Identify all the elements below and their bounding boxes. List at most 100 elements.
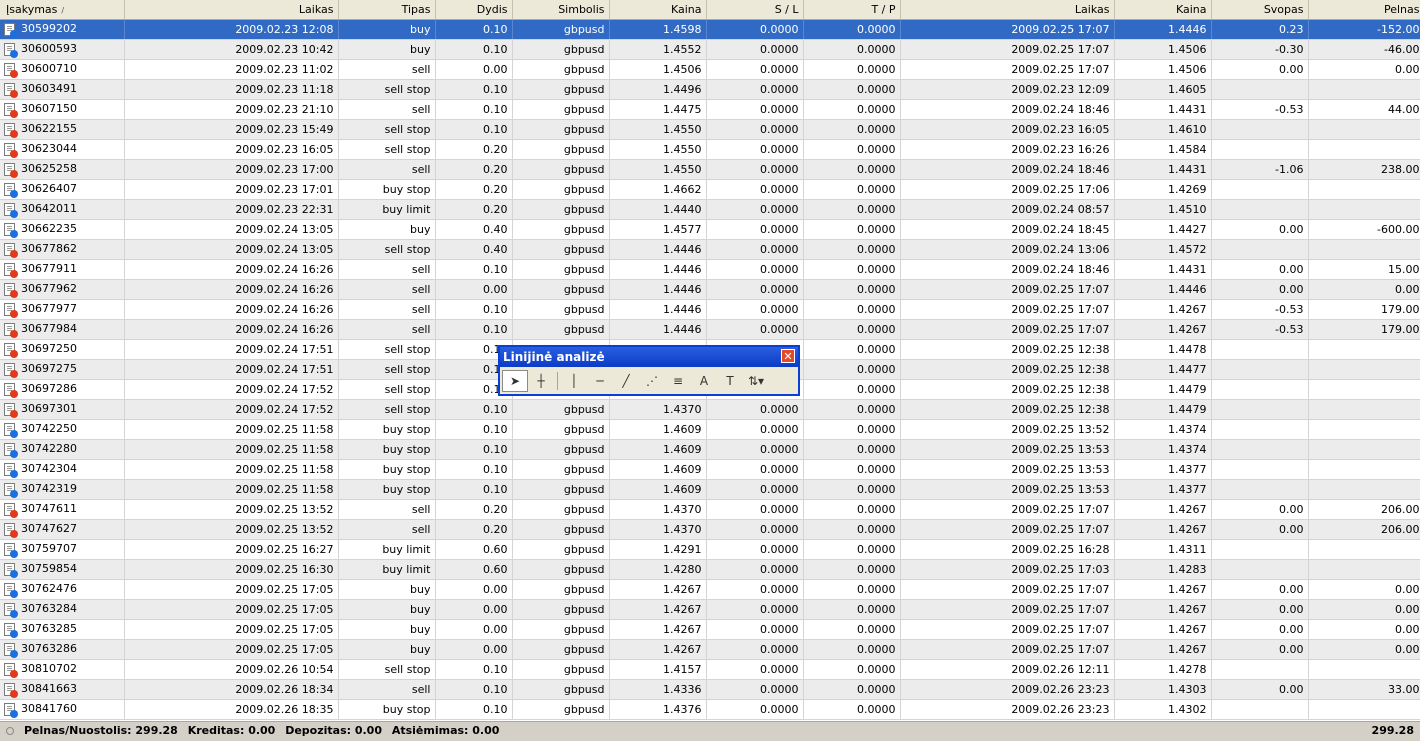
table-row[interactable]: 30642011 2009.02.23 22:31 buy limit 0.20 gbp… xyxy=(0,199,1420,220)
close-icon[interactable]: ✕ xyxy=(781,349,795,363)
table-row[interactable]: 30742280 2009.02.25 11:58 buy stop 0.10 gbpu… xyxy=(0,439,1420,460)
table-row[interactable]: 30762476 2009.02.25 17:05 buy 0.00 gbpusd 1.4… xyxy=(0,579,1420,600)
table-row[interactable]: 30623044 2009.02.23 16:05 sell stop 0.20 gbp… xyxy=(0,139,1420,160)
cell-swap xyxy=(1211,379,1309,400)
cell-take-profit: 0.0000 xyxy=(803,379,901,400)
table-row[interactable]: 30742304 2009.02.25 11:58 buy stop 0.10 gbpu… xyxy=(0,459,1420,480)
order-id-text: 30622155 xyxy=(21,122,77,136)
horizontal-line-tool-icon[interactable]: ─ xyxy=(587,370,613,392)
cell-order-type: sell stop xyxy=(338,399,436,420)
table-row[interactable]: 30841663 2009.02.26 18:34 sell 0.10 gbpusd 1.… xyxy=(0,679,1420,700)
table-row[interactable]: 30607150 2009.02.23 21:10 sell 0.10 gbpusd 1.… xyxy=(0,99,1420,120)
sell-order-icon xyxy=(4,382,18,398)
table-row[interactable]: 30810702 2009.02.26 10:54 sell stop 0.10 gbp… xyxy=(0,659,1420,680)
table-row[interactable]: 30599202 2009.02.23 12:08 buy 0.10 gbpusd 1.4… xyxy=(0,19,1420,40)
cell-close-price: 1.4374 xyxy=(1114,419,1212,440)
sell-order-icon xyxy=(4,402,18,418)
cell-symbol: gbpusd xyxy=(512,319,610,340)
cell-order-id: 30677984 xyxy=(0,319,125,340)
cursor-tool-icon[interactable]: ➤ xyxy=(502,369,528,392)
cell-close-time: 2009.02.23 16:05 xyxy=(900,119,1115,140)
order-id-text: 30697301 xyxy=(21,402,77,416)
column-header-size[interactable]: Dydis xyxy=(435,0,513,20)
order-side-dot-icon xyxy=(10,409,18,418)
cell-swap: -0.53 xyxy=(1211,299,1309,320)
cell-profit xyxy=(1308,399,1420,420)
order-side-dot-icon xyxy=(10,109,18,118)
table-row[interactable]: 30841760 2009.02.26 18:35 buy stop 0.10 gbpu… xyxy=(0,699,1420,720)
column-header-open-time[interactable]: Laikas xyxy=(124,0,339,20)
column-header-close-time[interactable]: Laikas xyxy=(900,0,1115,20)
cell-stop-loss: 0.0000 xyxy=(706,479,804,500)
cell-symbol: gbpusd xyxy=(512,479,610,500)
cell-take-profit: 0.0000 xyxy=(803,199,901,220)
buy-order-icon xyxy=(4,202,18,218)
cell-stop-loss: 0.0000 xyxy=(706,679,804,700)
table-row[interactable]: 30747627 2009.02.25 13:52 sell 0.20 gbpusd 1.… xyxy=(0,519,1420,540)
cell-swap: 0.00 xyxy=(1211,619,1309,640)
crosshair-tool-icon[interactable]: ┼ xyxy=(528,370,554,392)
equidistant-channel-tool-icon[interactable]: ⋰ xyxy=(639,370,665,392)
cell-take-profit: 0.0000 xyxy=(803,219,901,240)
column-header-swap[interactable]: Svopas xyxy=(1211,0,1309,20)
cell-close-price: 1.4267 xyxy=(1114,319,1212,340)
column-header-profit[interactable]: Pelnas xyxy=(1308,0,1420,20)
table-row[interactable]: 30763285 2009.02.25 17:05 buy 0.00 gbpusd 1.4… xyxy=(0,619,1420,640)
table-row[interactable]: 30600593 2009.02.23 10:42 buy 0.10 gbpusd 1.4… xyxy=(0,39,1420,60)
column-header-order[interactable]: Įsakymas / xyxy=(0,0,125,20)
arrows-tool-icon[interactable]: ⇅▾ xyxy=(743,370,769,392)
text-tool-icon[interactable]: A xyxy=(691,370,717,392)
table-row[interactable]: 30662235 2009.02.24 13:05 buy 0.40 gbpusd 1.4… xyxy=(0,219,1420,240)
table-row[interactable]: 30625258 2009.02.23 17:00 sell 0.20 gbpusd 1.… xyxy=(0,159,1420,180)
cell-profit xyxy=(1308,539,1420,560)
table-row[interactable]: 30677977 2009.02.24 16:26 sell 0.10 gbpusd 1.… xyxy=(0,299,1420,320)
table-row[interactable]: 30747611 2009.02.25 13:52 sell 0.20 gbpusd 1.… xyxy=(0,499,1420,520)
cell-size: 0.10 xyxy=(435,79,513,100)
table-row[interactable]: 30742250 2009.02.25 11:58 buy stop 0.10 gbpu… xyxy=(0,419,1420,440)
table-row[interactable]: 30677962 2009.02.24 16:26 sell 0.00 gbpusd 1.… xyxy=(0,279,1420,300)
table-row[interactable]: 30677862 2009.02.24 13:05 sell stop 0.40 gbp… xyxy=(0,239,1420,260)
fibonacci-tool-icon[interactable]: ≡ xyxy=(665,370,691,392)
line-studies-toolbar[interactable]: Linijinė analizė ✕ ➤ ┼ │ ─ ╱ ⋰ ≡ A T ⇅▾ xyxy=(498,345,800,396)
table-row[interactable]: 30697301 2009.02.24 17:52 sell stop 0.10 gbp… xyxy=(0,399,1420,420)
cell-symbol: gbpusd xyxy=(512,519,610,540)
cell-open-time: 2009.02.23 11:18 xyxy=(124,79,339,100)
text-label-tool-icon[interactable]: T xyxy=(717,370,743,392)
table-row[interactable]: 30759707 2009.02.25 16:27 buy limit 0.60 gbp… xyxy=(0,539,1420,560)
table-row[interactable]: 30626407 2009.02.23 17:01 buy stop 0.20 gbpu… xyxy=(0,179,1420,200)
table-row[interactable]: 30622155 2009.02.23 15:49 sell stop 0.10 gbp… xyxy=(0,119,1420,140)
cell-open-price: 1.4446 xyxy=(609,279,707,300)
column-header-type[interactable]: Tipas xyxy=(338,0,436,20)
cell-close-price: 1.4267 xyxy=(1114,299,1212,320)
table-row[interactable]: 30677911 2009.02.24 16:26 sell 0.10 gbpusd 1.… xyxy=(0,259,1420,280)
table-row[interactable]: 30677984 2009.02.24 16:26 sell 0.10 gbpusd 1.… xyxy=(0,319,1420,340)
column-header-symbol[interactable]: Simbolis xyxy=(512,0,610,20)
table-row[interactable]: 30603491 2009.02.23 11:18 sell stop 0.10 gbp… xyxy=(0,79,1420,100)
column-header-sl[interactable]: S / L xyxy=(706,0,804,20)
trendline-tool-icon[interactable]: ╱ xyxy=(613,370,639,392)
column-header-tp[interactable]: T / P xyxy=(803,0,901,20)
cell-swap: 0.00 xyxy=(1211,639,1309,660)
table-row[interactable]: 30600710 2009.02.23 11:02 sell 0.00 gbpusd 1.… xyxy=(0,59,1420,80)
cell-size: 0.10 xyxy=(435,699,513,720)
table-row[interactable]: 30763286 2009.02.25 17:05 buy 0.00 gbpusd 1.4… xyxy=(0,639,1420,660)
cell-close-price: 1.4269 xyxy=(1114,179,1212,200)
table-row[interactable]: 30759854 2009.02.25 16:30 buy limit 0.60 gbp… xyxy=(0,559,1420,580)
cell-open-time: 2009.02.25 16:27 xyxy=(124,539,339,560)
cell-open-time: 2009.02.23 16:05 xyxy=(124,139,339,160)
cell-open-time: 2009.02.24 13:05 xyxy=(124,239,339,260)
column-header-close-price[interactable]: Kaina xyxy=(1114,0,1212,20)
cell-swap: -0.53 xyxy=(1211,319,1309,340)
column-header-open-price[interactable]: Kaina xyxy=(609,0,707,20)
cell-size: 0.10 xyxy=(435,319,513,340)
table-row[interactable]: 30763284 2009.02.25 17:05 buy 0.00 gbpusd 1.4… xyxy=(0,599,1420,620)
toolbar-titlebar[interactable]: Linijinė analizė ✕ xyxy=(500,347,798,367)
vertical-line-tool-icon[interactable]: │ xyxy=(561,370,587,392)
cell-symbol: gbpusd xyxy=(512,199,610,220)
cell-order-id: 30626407 xyxy=(0,179,125,200)
cell-symbol: gbpusd xyxy=(512,599,610,620)
order-side-dot-icon xyxy=(10,329,18,338)
cell-symbol: gbpusd xyxy=(512,539,610,560)
table-row[interactable]: 30742319 2009.02.25 11:58 buy stop 0.10 gbpu… xyxy=(0,479,1420,500)
cell-order-type: buy xyxy=(338,619,436,640)
